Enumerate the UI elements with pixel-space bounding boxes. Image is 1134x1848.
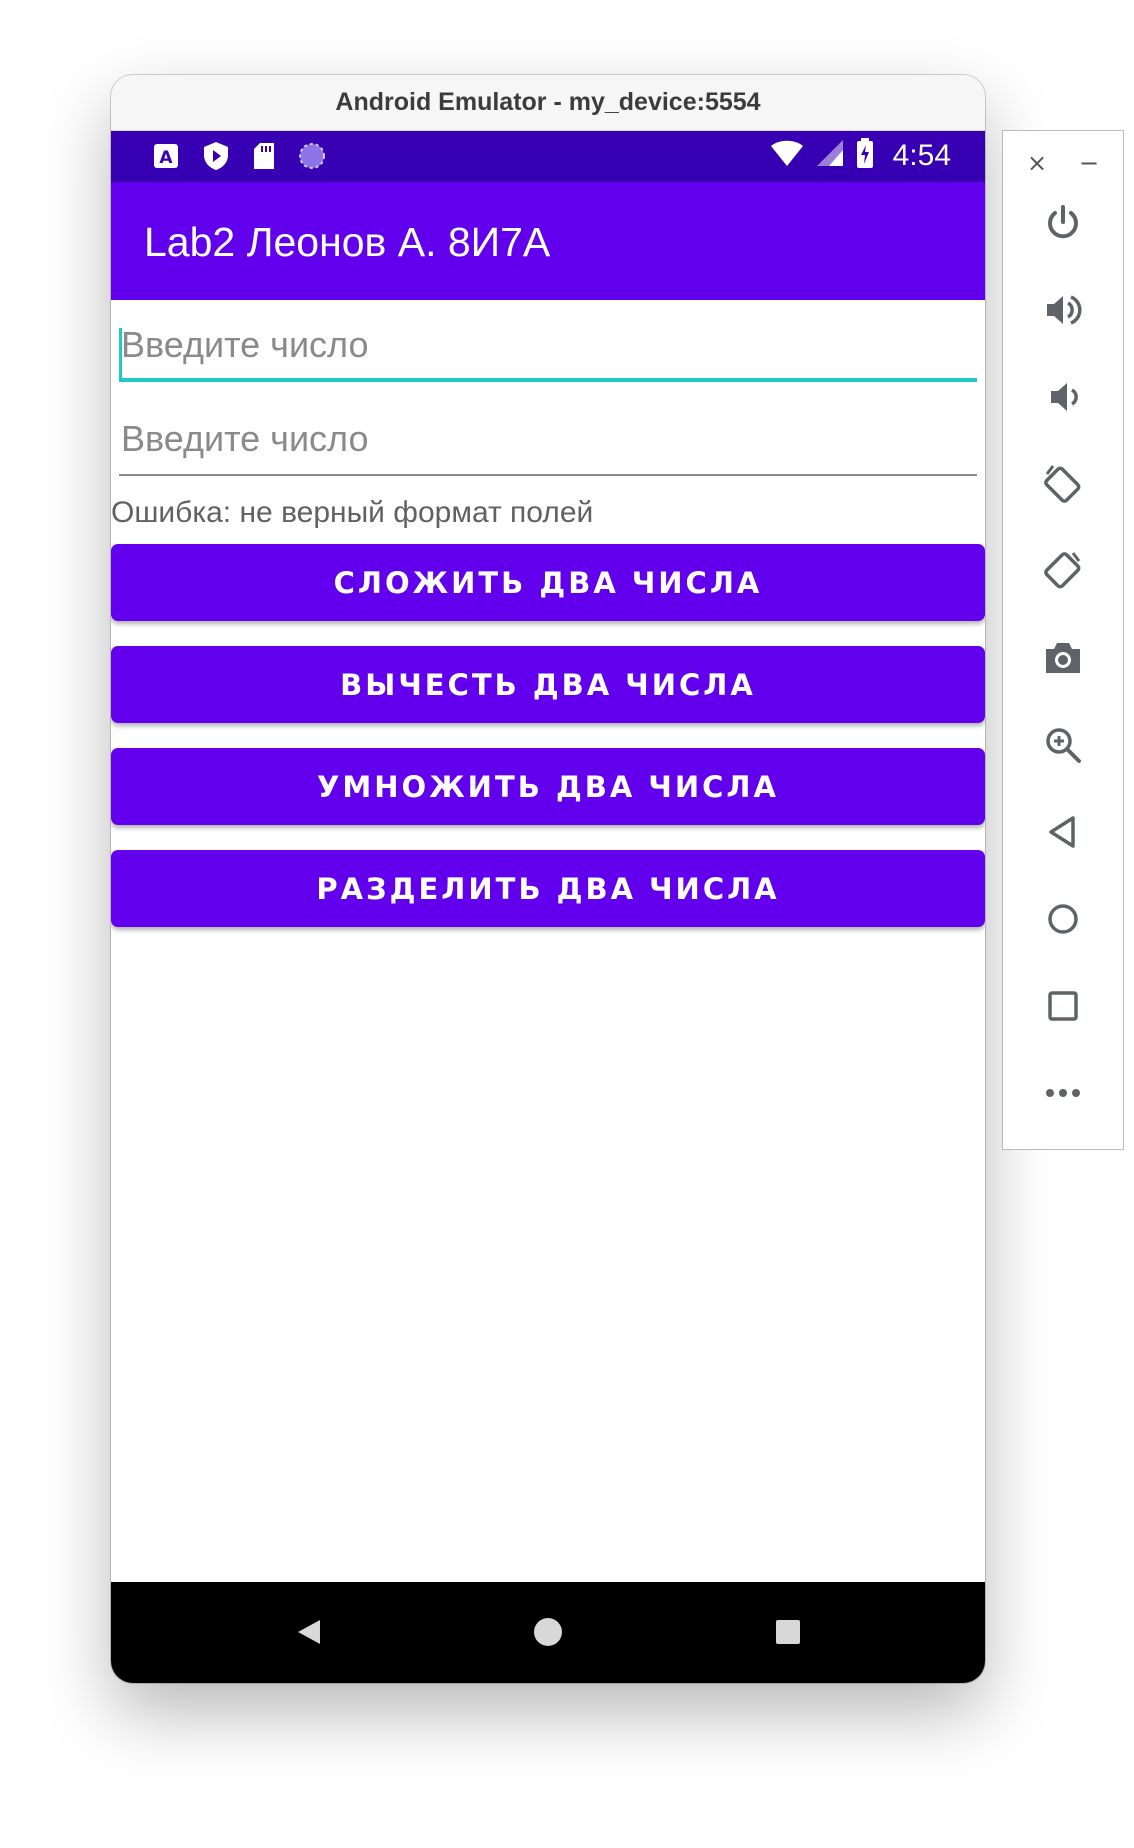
home-icon[interactable] bbox=[526, 1610, 570, 1654]
text-a-icon: A bbox=[151, 141, 181, 176]
close-icon[interactable]: × bbox=[1027, 149, 1047, 177]
app-title: Lab2 Леонов А. 8И7А bbox=[144, 219, 551, 265]
number-field-1 bbox=[119, 312, 979, 382]
volume-up-icon[interactable] bbox=[1033, 280, 1093, 340]
status-bar: A 4:54 bbox=[111, 131, 985, 182]
number-field-2 bbox=[119, 406, 979, 476]
power-icon[interactable] bbox=[1033, 193, 1093, 253]
divide-button[interactable]: РАЗДЕЛИТЬ ДВА ЧИСЛА bbox=[111, 850, 985, 927]
navigation-bar bbox=[111, 1582, 985, 1683]
overview-icon[interactable] bbox=[1033, 976, 1093, 1036]
text-cursor bbox=[119, 328, 122, 380]
add-button[interactable]: СЛОЖИТЬ ДВА ЧИСЛА bbox=[111, 544, 985, 621]
back-icon[interactable] bbox=[287, 1610, 331, 1654]
field-underline bbox=[119, 378, 977, 382]
sd-card-icon bbox=[251, 141, 277, 176]
error-message: Ошибка: не верный формат полей bbox=[111, 496, 594, 529]
rotate-right-icon[interactable] bbox=[1033, 541, 1093, 601]
more-icon[interactable] bbox=[1033, 1063, 1093, 1123]
subtract-button[interactable]: ВЫЧЕСТЬ ДВА ЧИСЛА bbox=[111, 646, 985, 723]
home-icon[interactable] bbox=[1033, 889, 1093, 949]
main-content: Ошибка: не верный формат полей СЛОЖИТЬ Д… bbox=[111, 300, 985, 1570]
window-title: Android Emulator - my_device:5554 bbox=[111, 75, 985, 131]
emulator-side-toolbar: × − bbox=[1002, 130, 1124, 1150]
loading-circle-icon bbox=[297, 141, 327, 176]
battery-charging-icon bbox=[855, 137, 875, 174]
status-time: 4:54 bbox=[892, 138, 951, 172]
back-icon[interactable] bbox=[1033, 802, 1093, 862]
cell-signal-icon bbox=[815, 138, 845, 173]
camera-icon[interactable] bbox=[1033, 628, 1093, 688]
rotate-left-icon[interactable] bbox=[1033, 454, 1093, 514]
number-input-1[interactable] bbox=[119, 312, 979, 378]
shield-play-icon bbox=[201, 140, 231, 177]
volume-down-icon[interactable] bbox=[1033, 367, 1093, 427]
number-input-2[interactable] bbox=[119, 406, 979, 472]
zoom-icon[interactable] bbox=[1033, 715, 1093, 775]
app-bar: Lab2 Леонов А. 8И7А bbox=[111, 182, 985, 300]
wifi-icon bbox=[769, 138, 805, 173]
recents-icon[interactable] bbox=[766, 1610, 810, 1654]
field-underline bbox=[119, 474, 977, 476]
minimize-icon[interactable]: − bbox=[1079, 149, 1099, 177]
emulator-window: Android Emulator - my_device:5554 A 4:54… bbox=[111, 75, 985, 1683]
multiply-button[interactable]: УМНОЖИТЬ ДВА ЧИСЛА bbox=[111, 748, 985, 825]
svg-text:A: A bbox=[159, 148, 173, 168]
